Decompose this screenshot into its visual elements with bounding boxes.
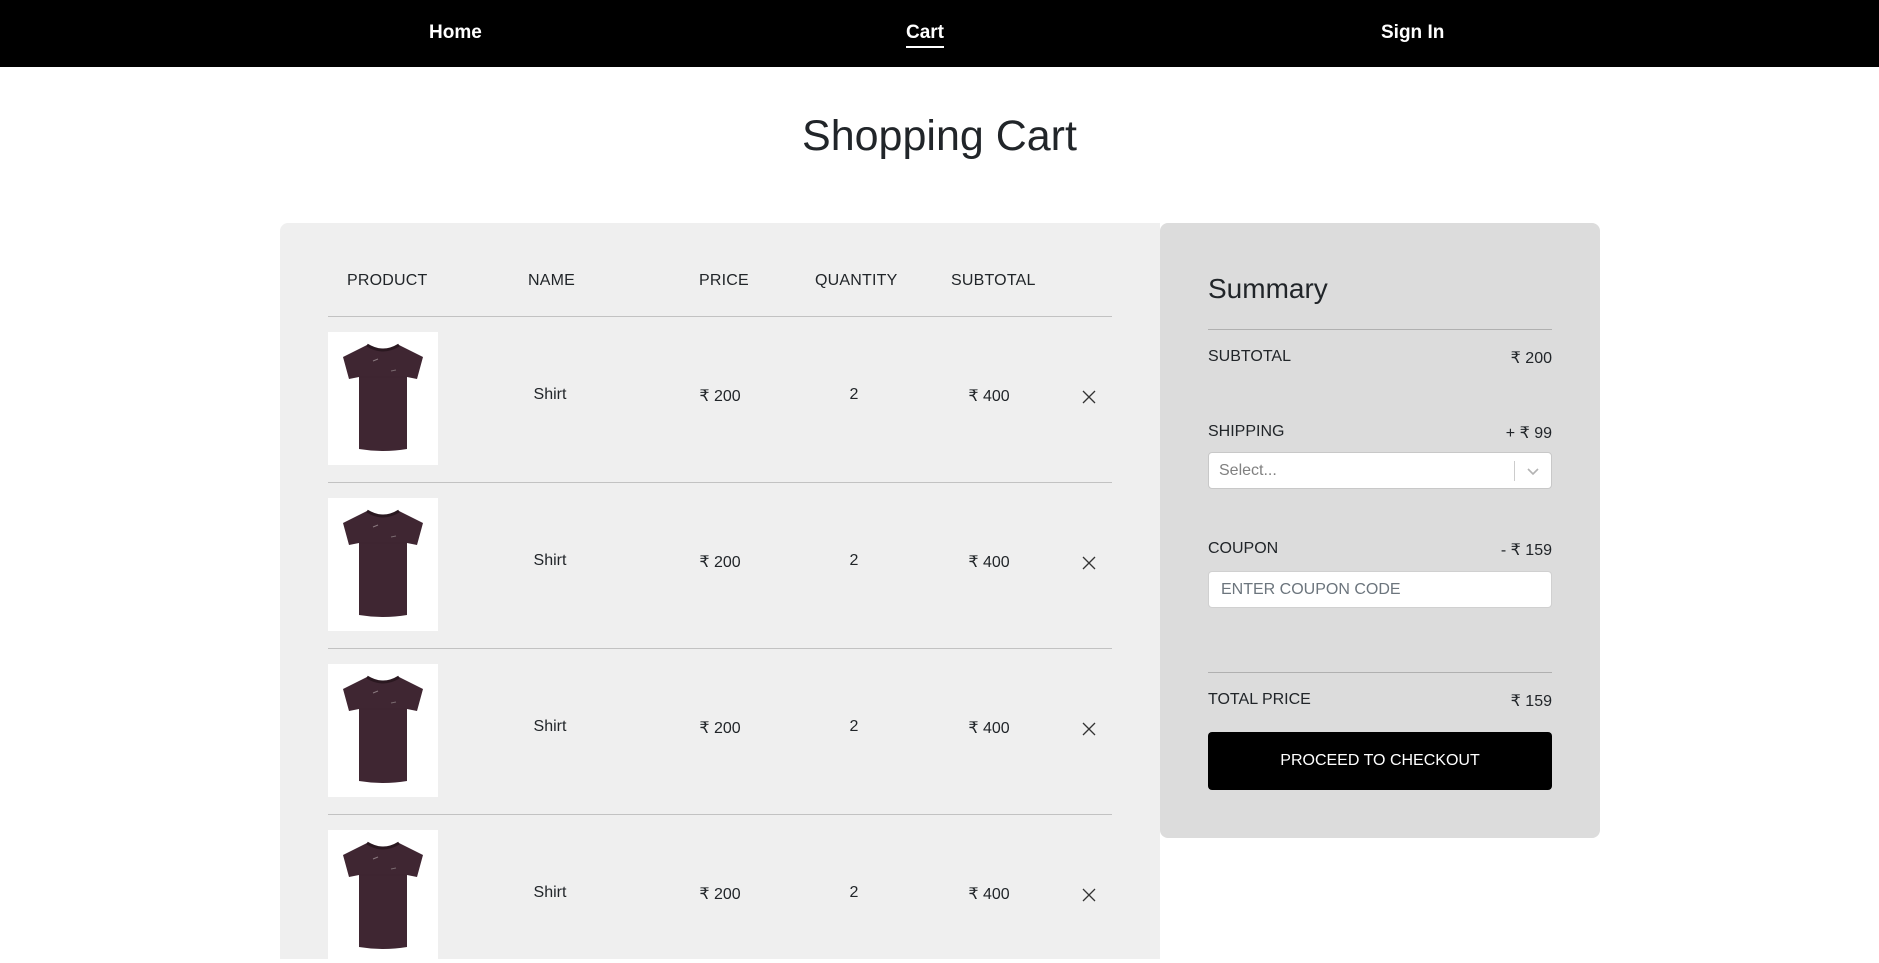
header-price: PRICE (699, 272, 749, 289)
nav-signin-link[interactable]: Sign In (1381, 0, 1444, 67)
summary-coupon-label: COUPON (1208, 540, 1279, 557)
row-divider (328, 316, 1112, 317)
summary-subtotal-value: ₹ 200 (1510, 350, 1552, 367)
header-subtotal: SUBTOTAL (951, 272, 1036, 289)
product-image (328, 332, 438, 465)
nav-signin-label: Sign In (1381, 22, 1445, 43)
summary-total-label: TOTAL PRICE (1208, 691, 1311, 708)
summary-coupon-value: - ₹ 159 (1500, 542, 1552, 559)
item-subtotal: ₹ 400 (968, 886, 1010, 903)
tshirt-icon (337, 503, 429, 626)
close-icon[interactable] (1077, 883, 1101, 907)
nav-home-link[interactable]: Home (429, 0, 482, 67)
item-name: Shirt (533, 386, 567, 403)
item-quantity: 2 (849, 386, 859, 403)
summary-title: Summary (1208, 273, 1328, 304)
close-icon[interactable] (1077, 717, 1101, 741)
item-price: ₹ 200 (699, 720, 741, 737)
top-navbar: Home Cart Sign In (0, 0, 1879, 67)
select-separator (1514, 461, 1515, 481)
tshirt-icon (337, 337, 429, 460)
header-quantity: QUANTITY (815, 272, 898, 289)
row-divider (328, 814, 1112, 815)
nav-cart-link[interactable]: Cart (906, 0, 945, 67)
item-name: Shirt (533, 718, 567, 735)
product-image (328, 498, 438, 631)
item-subtotal: ₹ 400 (968, 554, 1010, 571)
product-image (328, 664, 438, 797)
nav-home-label: Home (429, 22, 482, 43)
shipping-select[interactable]: Select... (1208, 452, 1552, 489)
item-subtotal: ₹ 400 (968, 388, 1010, 405)
row-divider (328, 482, 1112, 483)
item-quantity: 2 (849, 718, 859, 735)
item-subtotal: ₹ 400 (968, 720, 1010, 737)
coupon-code-input[interactable] (1208, 571, 1552, 608)
close-icon[interactable] (1077, 385, 1101, 409)
summary-shipping-value: + ₹ 99 (1505, 425, 1552, 442)
item-quantity: 2 (849, 884, 859, 901)
page-title: Shopping Cart (802, 112, 1077, 160)
item-price: ₹ 200 (699, 554, 741, 571)
header-name: NAME (528, 272, 576, 289)
item-price: ₹ 200 (699, 388, 741, 405)
shipping-select-placeholder: Select... (1219, 462, 1277, 479)
tshirt-icon (337, 835, 429, 958)
item-price: ₹ 200 (699, 886, 741, 903)
item-name: Shirt (533, 552, 567, 569)
proceed-to-checkout-button[interactable]: PROCEED TO CHECKOUT (1208, 732, 1552, 790)
item-name: Shirt (533, 884, 567, 901)
close-icon[interactable] (1077, 551, 1101, 575)
nav-cart-label: Cart (906, 22, 945, 48)
summary-total-value: ₹ 159 (1510, 693, 1552, 710)
summary-subtotal-label: SUBTOTAL (1208, 348, 1291, 365)
item-quantity: 2 (849, 552, 859, 569)
row-divider (328, 648, 1112, 649)
summary-shipping-label: SHIPPING (1208, 423, 1285, 440)
summary-divider-bottom (1208, 672, 1552, 673)
header-product: PRODUCT (347, 272, 428, 289)
product-image (328, 830, 438, 963)
tshirt-icon (337, 669, 429, 792)
chevron-down-icon[interactable] (1524, 462, 1542, 480)
summary-divider-top (1208, 329, 1552, 330)
